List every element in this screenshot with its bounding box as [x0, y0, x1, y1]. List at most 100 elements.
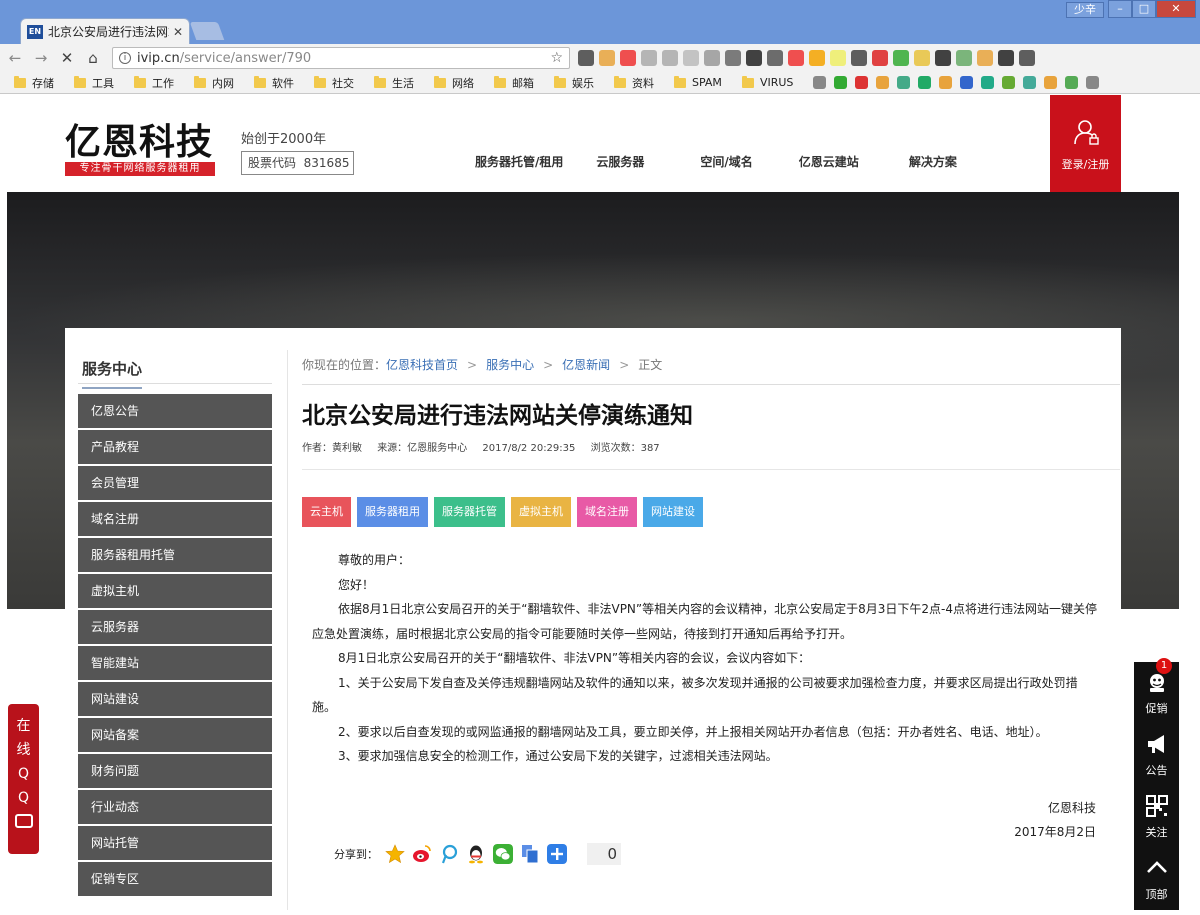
bookmark-folder[interactable]: 社交	[314, 75, 354, 91]
extension-dark-icon[interactable]	[998, 50, 1014, 66]
sidebar-item[interactable]: 网站建设	[78, 682, 272, 716]
bookmark-site-icon[interactable]	[855, 76, 869, 89]
bookmark-site-icon[interactable]	[876, 76, 890, 89]
product-tag-button[interactable]: 云主机	[302, 497, 351, 527]
product-tag-button[interactable]: 域名注册	[577, 497, 637, 527]
extension-android-icon[interactable]	[956, 50, 972, 66]
bookmark-folder[interactable]: 软件	[254, 75, 294, 91]
forward-icon[interactable]: →	[30, 49, 52, 67]
copy-link-icon[interactable]	[520, 844, 540, 864]
site-info-icon[interactable]: i	[119, 52, 131, 64]
extension-v-icon[interactable]	[746, 50, 762, 66]
bookmark-site-icon[interactable]	[897, 76, 911, 89]
bookmark-site-icon[interactable]	[1023, 76, 1037, 89]
breadcrumb-service[interactable]: 服务中心	[486, 358, 534, 372]
bookmark-site-icon[interactable]	[981, 76, 995, 89]
bookmark-folder[interactable]: VIRUS	[741, 75, 793, 89]
nav-hosting-rental[interactable]: 服务器托管/租用	[475, 153, 563, 170]
bookmark-site-icon[interactable]	[813, 76, 827, 89]
sidebar-item[interactable]: 服务器租用托管	[78, 538, 272, 572]
product-tag-button[interactable]: 服务器租用	[357, 497, 428, 527]
bookmark-folder[interactable]: 工具	[74, 75, 114, 91]
browser-tab-active[interactable]: EN 北京公安局进行违法网站 ✕	[20, 18, 190, 44]
float-promo-button[interactable]: 1 促销	[1134, 658, 1179, 724]
new-tab-button[interactable]	[189, 22, 225, 40]
sidebar-item[interactable]: 云服务器	[78, 610, 272, 644]
bookmark-site-icon[interactable]	[1002, 76, 1016, 89]
extension-layers-icon[interactable]	[578, 50, 594, 66]
sidebar-item[interactable]: 虚拟主机	[78, 574, 272, 608]
bookmark-site-icon[interactable]	[918, 76, 932, 89]
bookmark-folder[interactable]: SPAM	[674, 75, 722, 89]
bookmark-folder[interactable]: 邮箱	[494, 75, 534, 91]
extension-glasses-icon[interactable]	[977, 50, 993, 66]
extension-grid-icon[interactable]	[851, 50, 867, 66]
extension-cat-icon[interactable]	[767, 50, 783, 66]
float-notice-button[interactable]: 公告	[1134, 724, 1179, 786]
wechat-share-icon[interactable]	[493, 844, 513, 864]
profile-button[interactable]: 少辛	[1066, 2, 1104, 18]
extension-ring-icon[interactable]	[1019, 50, 1035, 66]
address-bar[interactable]: i ivip.cn/service/answer/790 ☆	[112, 47, 570, 69]
weibo-share-icon[interactable]	[412, 844, 432, 864]
float-follow-button[interactable]: 关注	[1134, 786, 1179, 848]
address-url[interactable]: ivip.cn/service/answer/790	[137, 51, 550, 66]
qzone-share-icon[interactable]	[385, 844, 405, 864]
bookmark-star-icon[interactable]: ☆	[550, 50, 563, 66]
product-tag-button[interactable]: 虚拟主机	[511, 497, 571, 527]
login-register-button[interactable]: 登录/注册	[1050, 95, 1121, 192]
extension-abp-icon[interactable]	[872, 50, 888, 66]
sidebar-item[interactable]: 促销专区	[78, 862, 272, 896]
extension-disc-icon[interactable]	[662, 50, 678, 66]
site-logo[interactable]: 亿恩科技 专注骨干网络服务器租用	[65, 123, 215, 176]
bookmark-folder[interactable]: 网络	[434, 75, 474, 91]
stop-loading-icon[interactable]: ✕	[56, 49, 78, 67]
sidebar-item[interactable]: 域名注册	[78, 502, 272, 536]
nav-site-builder[interactable]: 亿恩云建站	[799, 153, 859, 170]
bookmark-site-icon[interactable]	[1086, 76, 1100, 89]
sidebar-item[interactable]: 网站托管	[78, 826, 272, 860]
extension-pin-icon[interactable]	[788, 50, 804, 66]
bookmark-folder[interactable]: 存储	[14, 75, 54, 91]
bookmark-site-icon[interactable]	[1065, 76, 1079, 89]
tab-close-icon[interactable]: ✕	[173, 25, 183, 39]
extension-bookmark-icon[interactable]	[683, 50, 699, 66]
bookmark-site-icon[interactable]	[834, 76, 848, 89]
bookmark-folder[interactable]: 资料	[614, 75, 654, 91]
online-qq-tab[interactable]: 在 线 Q Q	[8, 704, 39, 854]
sidebar-item[interactable]: 行业动态	[78, 790, 272, 824]
bookmark-folder[interactable]: 生活	[374, 75, 414, 91]
sidebar-item[interactable]: 网站备案	[78, 718, 272, 752]
home-icon[interactable]: ⌂	[82, 49, 104, 67]
nav-cloud-server[interactable]: 云服务器	[596, 153, 644, 170]
extension-dot-icon[interactable]	[893, 50, 909, 66]
extension-m-circle-icon[interactable]	[704, 50, 720, 66]
extension-tool-icon[interactable]	[809, 50, 825, 66]
extension-resize-icon[interactable]	[935, 50, 951, 66]
bookmark-folder[interactable]: 工作	[134, 75, 174, 91]
bookmark-site-icon[interactable]	[1044, 76, 1058, 89]
extension-gplus-icon[interactable]	[620, 50, 636, 66]
breadcrumb-news[interactable]: 亿恩新闻	[562, 358, 610, 372]
sidebar-item[interactable]: 智能建站	[78, 646, 272, 680]
close-window-button[interactable]: ✕	[1156, 0, 1196, 18]
product-tag-button[interactable]: 网站建设	[643, 497, 703, 527]
breadcrumb-home[interactable]: 亿恩科技首页	[386, 358, 458, 372]
sidebar-item[interactable]: 会员管理	[78, 466, 272, 500]
extension-camera-icon[interactable]	[641, 50, 657, 66]
back-icon[interactable]: ←	[4, 49, 26, 67]
nav-solutions[interactable]: 解决方案	[909, 153, 957, 170]
bookmark-site-icon[interactable]	[960, 76, 974, 89]
extension-emoji-icon[interactable]	[830, 50, 846, 66]
sidebar-item[interactable]: 亿恩公告	[78, 394, 272, 428]
nav-space-domain[interactable]: 空间/域名	[700, 153, 752, 170]
more-share-icon[interactable]	[547, 844, 567, 864]
extension-smile-icon[interactable]	[914, 50, 930, 66]
maximize-button[interactable]: □	[1132, 0, 1156, 18]
sidebar-item[interactable]: 产品教程	[78, 430, 272, 464]
bookmark-folder[interactable]: 内网	[194, 75, 234, 91]
bookmark-folder[interactable]: 娱乐	[554, 75, 594, 91]
extension-puzzle-icon[interactable]	[725, 50, 741, 66]
extension-weibo-icon[interactable]	[599, 50, 615, 66]
sidebar-item[interactable]: 财务问题	[78, 754, 272, 788]
